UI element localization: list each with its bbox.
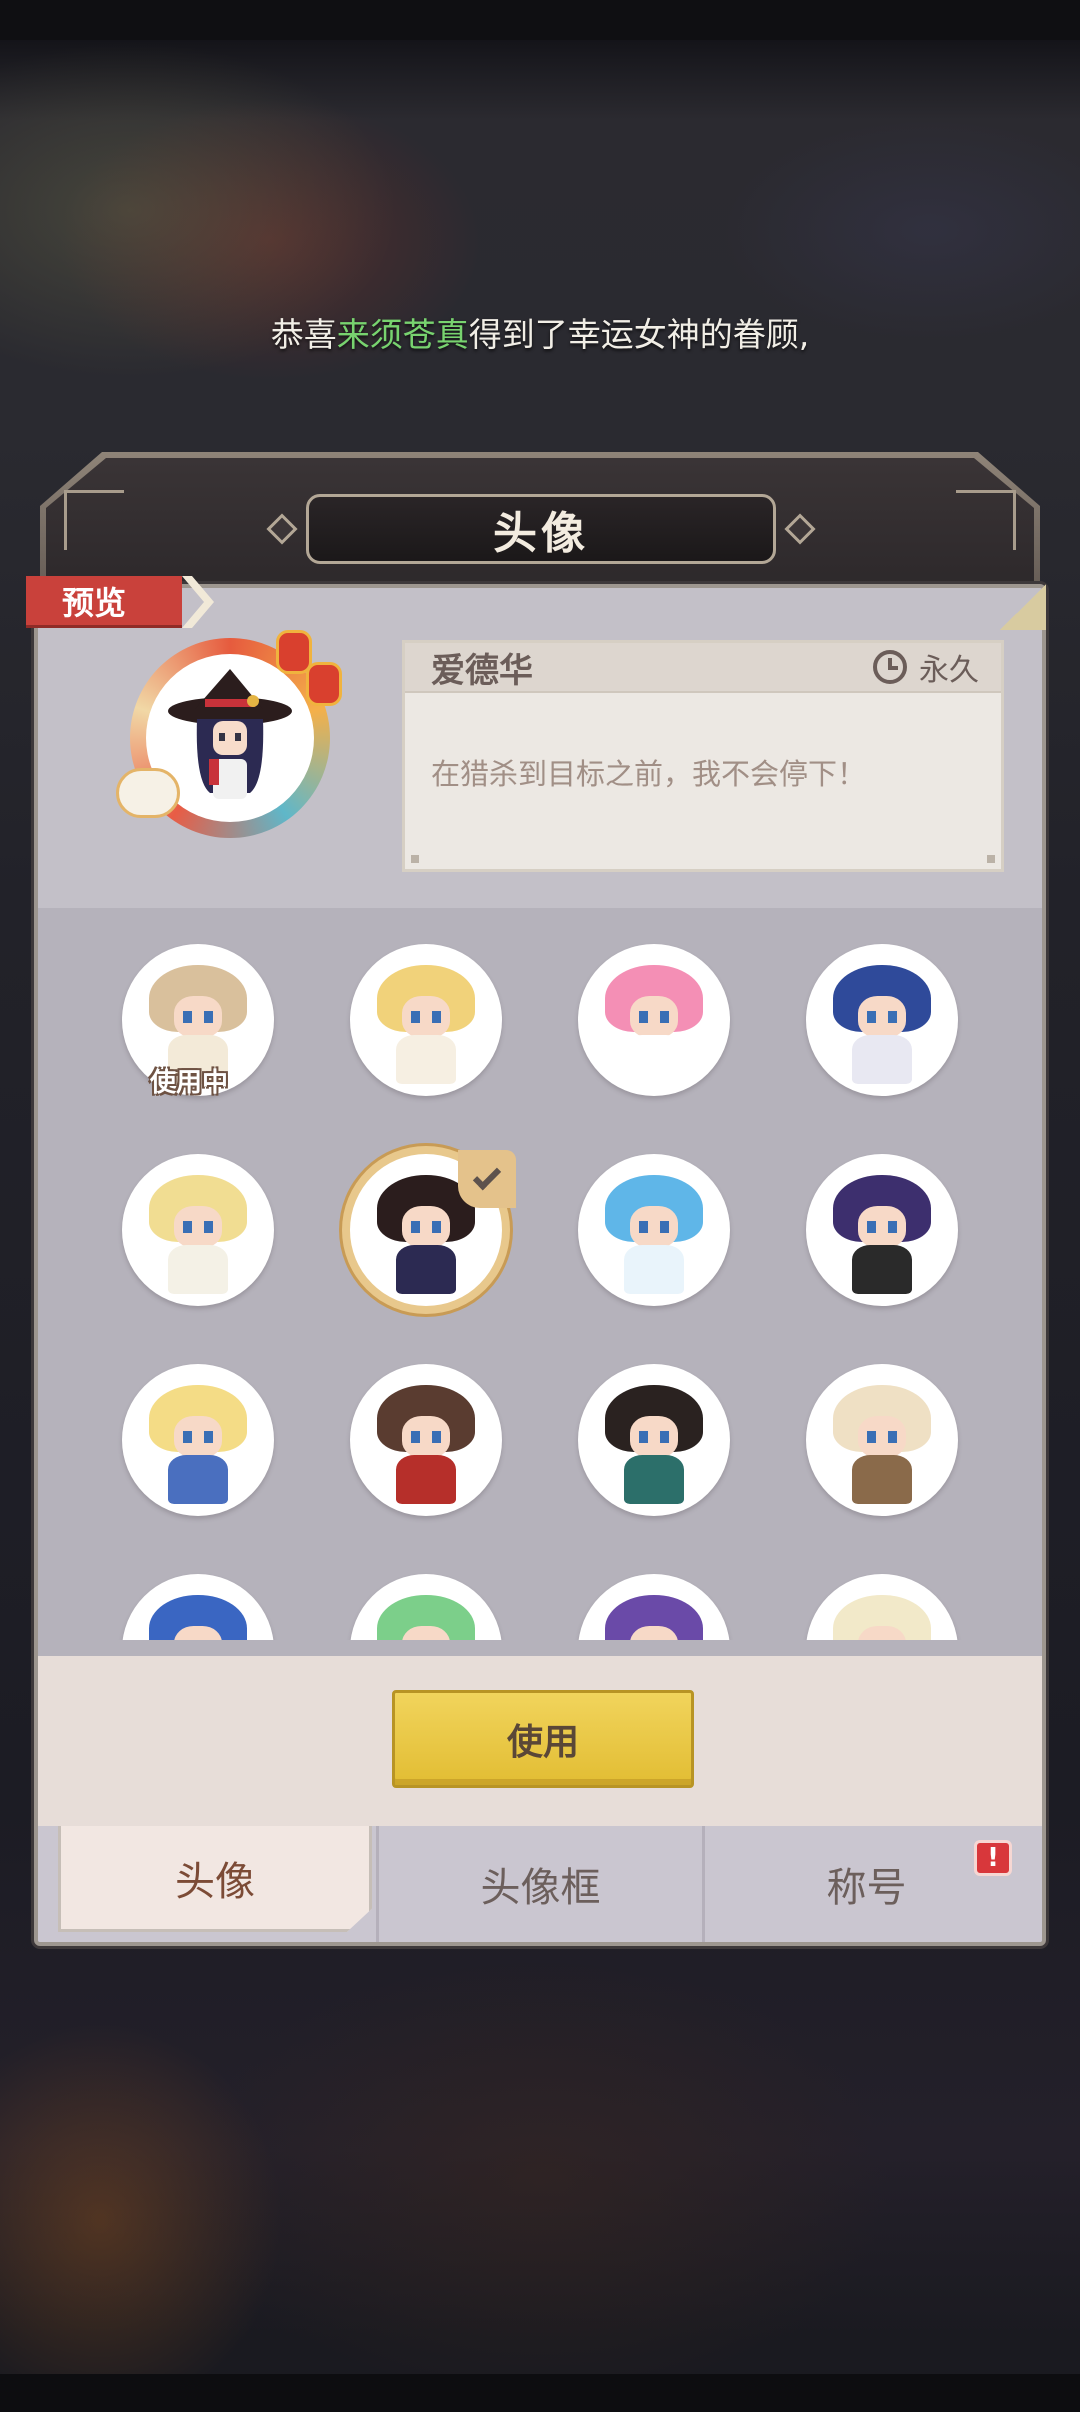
horned-brown-hair-girl-avatar[interactable] bbox=[350, 1364, 502, 1516]
corner-ornament-right bbox=[956, 490, 1016, 550]
tab-title-label: 称号 bbox=[826, 1865, 907, 1911]
category-tabs: 头像框 称号 头像 ! bbox=[38, 1826, 1042, 1942]
pink-hair-girl-avatar[interactable] bbox=[578, 944, 730, 1096]
tab-avatar-frame[interactable]: 头像框 bbox=[376, 1826, 702, 1942]
notice-player-name: 来须苍真 bbox=[336, 315, 469, 354]
preview-avatar bbox=[116, 630, 342, 838]
purple-hair-avatar[interactable] bbox=[578, 1574, 730, 1640]
blonde-horned-girl-avatar[interactable] bbox=[122, 1154, 274, 1306]
anubis-girl-avatar[interactable] bbox=[578, 1364, 730, 1516]
bunny-ear-avatar[interactable] bbox=[806, 1574, 958, 1640]
lucky-draw-notice: 恭喜来须苍真得到了幸运女神的眷顾, bbox=[0, 308, 1080, 356]
angel-halo-girl-avatar[interactable] bbox=[350, 944, 502, 1096]
panel-title-plate: 头像 bbox=[266, 494, 816, 564]
green-hair-avatar[interactable] bbox=[350, 1574, 502, 1640]
card-corner-pin bbox=[411, 855, 419, 863]
info-card-header: 爱德华 永久 bbox=[405, 643, 1001, 693]
avatar-panel: 爱德华 永久 在猎杀到目标之前，我不会停下！ 使用中 使用 头像框 称号 头像 … bbox=[34, 584, 1046, 1946]
preview-section: 爱德华 永久 在猎杀到目标之前，我不会停下！ bbox=[38, 588, 1042, 908]
character-quote: 在猎杀到目标之前，我不会停下！ bbox=[431, 757, 867, 791]
tab-avatar[interactable]: 头像 bbox=[58, 1826, 372, 1932]
panel-corner-ornament bbox=[1000, 584, 1046, 630]
character-info-card: 爱德华 永久 在猎杀到目标之前，我不会停下！ bbox=[402, 640, 1004, 872]
blonde-knight-avatar[interactable] bbox=[122, 1364, 274, 1516]
blue-hood-girl-avatar[interactable] bbox=[806, 944, 958, 1096]
cloud-decoration bbox=[116, 768, 180, 818]
navigation-bar bbox=[0, 2374, 1080, 2412]
action-bar: 使用 bbox=[38, 1656, 1042, 1826]
selected-check-badge bbox=[458, 1150, 516, 1208]
character-name: 爱德华 bbox=[431, 650, 533, 691]
notice-prefix: 恭喜 bbox=[270, 315, 337, 354]
clock-icon bbox=[873, 650, 907, 684]
corner-ornament-left bbox=[64, 490, 124, 550]
lantern-decoration bbox=[306, 662, 342, 706]
preview-tag: 预览 bbox=[26, 576, 182, 628]
duration-text: 永久 bbox=[919, 653, 979, 688]
notice-suffix: 得到了幸运女神的眷顾, bbox=[468, 315, 810, 354]
card-corner-pin bbox=[987, 855, 995, 863]
blue-twintail-girl-avatar[interactable] bbox=[578, 1154, 730, 1306]
in-use-badge: 使用中 bbox=[150, 1068, 229, 1098]
use-button[interactable]: 使用 bbox=[392, 1690, 694, 1788]
avatar-grid[interactable]: 使用中 bbox=[38, 908, 1042, 1640]
purple-hair-swordsman-avatar[interactable] bbox=[806, 1154, 958, 1306]
duration-indicator: 永久 bbox=[873, 645, 979, 689]
blue-dragon-avatar[interactable] bbox=[122, 1574, 274, 1640]
alert-icon: ! bbox=[974, 1840, 1012, 1876]
check-icon bbox=[472, 1162, 502, 1191]
fox-ear-girl-avatar[interactable] bbox=[806, 1364, 958, 1516]
panel-title: 头像 bbox=[493, 508, 589, 559]
status-bar bbox=[0, 0, 1080, 40]
